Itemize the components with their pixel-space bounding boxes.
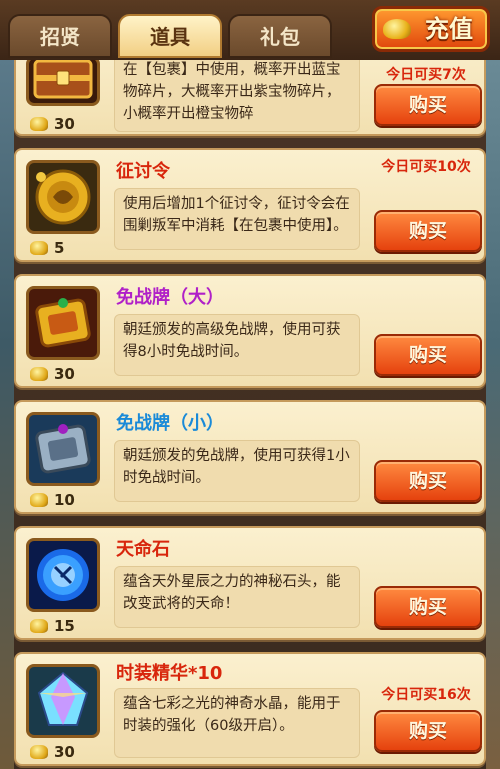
price-value: 30 [54,115,75,133]
gold-ingot-icon [30,745,48,759]
treasure-chest-icon [26,56,100,106]
item-description: 蕴含七彩之光的神奇水晶，能用于时装的强化（60级开启）。 [114,688,360,758]
item-title: 时装精华*10 [116,663,223,684]
background-left-edge [0,60,14,769]
shop-item-card: 30 时装精华*10 蕴含七彩之光的神奇水晶，能用于时装的强化（60级开启）。 … [14,652,486,766]
buy-button[interactable]: 购买 [374,710,482,752]
daily-limit: 今日可买10次 [381,159,471,175]
item-description: 朝廷颁发的免战牌，使用可获得1小时免战时间。 [114,440,360,502]
background-right-edge [486,60,500,769]
buy-button[interactable]: 购买 [374,84,482,126]
item-title: 征讨令 [116,161,170,182]
price-value: 10 [54,491,75,509]
price-value: 30 [54,743,75,761]
costume-essence-crystal-icon [26,664,100,738]
item-title: 免战牌（小） [116,413,224,434]
gold-ingot-icon [30,241,48,255]
price-value: 5 [54,239,65,257]
price: 5 [30,238,100,260]
destiny-stone-icon [26,538,100,612]
large-truce-plaque-icon [26,286,100,360]
recharge-label: 充值 [425,15,473,43]
price-value: 15 [54,617,75,635]
item-description: 朝廷颁发的高级免战牌，使用可获得8小时免战时间。 [114,314,360,376]
shop-item-card: 15 天命石 蕴含天外星辰之力的神秘石头，能改变武将的天命！ 购买 [14,526,486,640]
daily-limit: 今日可买7次 [386,67,466,83]
shop-item-card: 10 免战牌（小） 朝廷颁发的免战牌，使用可获得1小时免战时间。 购买 [14,400,486,514]
item-title: 天命石 [116,539,170,560]
recharge-button[interactable]: 充值 [372,6,490,52]
tab-recruit[interactable]: 招贤 [8,14,112,58]
price: 30 [30,364,100,386]
item-title: 免战牌（大） [116,287,224,308]
tab-items[interactable]: 道具 [118,14,222,58]
tab-gift-packs[interactable]: 礼包 [228,14,332,58]
gold-ingot-icon [30,117,48,131]
item-description: 蕴含天外星辰之力的神秘石头，能改变武将的天命！ [114,566,360,628]
shop-item-card: 5 征讨令 使用后增加1个征讨令，征讨令会在围剿叛军中消耗【在包裹中使用】。 今… [14,148,486,262]
item-description: 使用后增加1个征讨令，征讨令会在围剿叛军中消耗【在包裹中使用】。 [114,188,360,250]
gold-ingot-icon [30,367,48,381]
price-value: 30 [54,365,75,383]
buy-button[interactable]: 购买 [374,460,482,502]
gold-ingot-icon [30,493,48,507]
small-truce-plaque-icon [26,412,100,486]
gold-ingot-icon [383,19,411,39]
shop-item-card: 30 免战牌（大） 朝廷颁发的高级免战牌，使用可获得8小时免战时间。 购买 [14,274,486,388]
buy-button[interactable]: 购买 [374,210,482,252]
price: 30 [30,114,100,136]
shop-tab-bar: 招贤 道具 礼包 充值 [0,0,500,60]
item-description: 在【包裹】中使用，概率开出蓝宝物碎片，大概率开出紫宝物碎片，小概率开出橙宝物碎 [114,54,360,132]
price: 15 [30,616,100,638]
buy-button[interactable]: 购买 [374,334,482,376]
price: 30 [30,742,100,764]
daily-limit: 今日可买16次 [381,687,471,703]
buy-button[interactable]: 购买 [374,586,482,628]
price: 10 [30,490,100,512]
gold-ingot-icon [30,619,48,633]
conquest-token-icon [26,160,100,234]
